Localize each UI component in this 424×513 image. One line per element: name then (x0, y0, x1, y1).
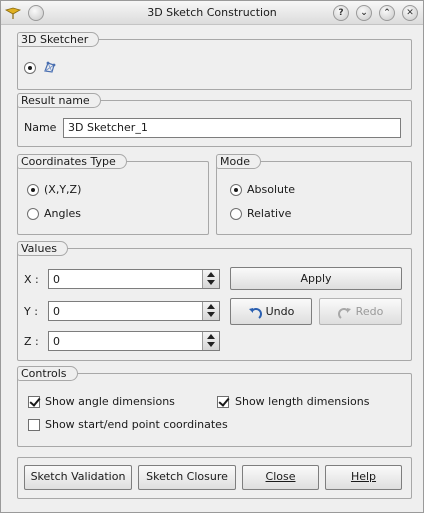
relative-label[interactable]: Relative (247, 207, 291, 220)
y-spinbox[interactable]: 0 (48, 301, 220, 321)
sketcher-radio[interactable] (24, 62, 36, 74)
y-spin-arrows[interactable] (202, 302, 219, 320)
controls-group: Controls Show angle dimensions Show leng… (17, 366, 412, 447)
dialog-window: 3D Sketch Construction ? ⌄ ⌃ ✕ 3D Sketch… (0, 0, 424, 513)
apply-button[interactable]: Apply (230, 267, 402, 290)
absolute-label[interactable]: Absolute (247, 183, 295, 196)
y-label: Y : (24, 305, 38, 318)
3d-sketch-icon (42, 59, 58, 75)
undo-arrow-icon (248, 305, 262, 319)
sketcher-group-label: 3D Sketcher (17, 32, 100, 47)
coordinates-type-group: Coordinates Type (X,Y,Z) Angles (17, 154, 209, 235)
x-value: 0 (53, 273, 60, 286)
x-spin-arrows[interactable] (202, 270, 219, 288)
redo-label: Redo (355, 305, 384, 318)
mode-group-label: Mode (216, 154, 261, 169)
undo-label: Undo (265, 305, 295, 318)
z-spinbox[interactable]: 0 (48, 331, 220, 351)
z-value: 0 (53, 335, 60, 348)
show-coords-checkbox[interactable] (28, 419, 40, 431)
sketcher-group: 3D Sketcher (17, 32, 412, 90)
z-spin-arrows[interactable] (202, 332, 219, 350)
x-spinbox[interactable]: 0 (48, 269, 220, 289)
angles-radio[interactable] (27, 208, 39, 220)
absolute-radio[interactable] (230, 184, 242, 196)
angles-label[interactable]: Angles (44, 207, 81, 220)
show-length-label[interactable]: Show length dimensions (235, 395, 369, 408)
title-bar[interactable]: 3D Sketch Construction ? ⌄ ⌃ ✕ (1, 1, 423, 25)
show-coords-label[interactable]: Show start/end point coordinates (45, 418, 228, 431)
redo-button[interactable]: Redo (319, 298, 402, 325)
xyz-radio[interactable] (27, 184, 39, 196)
values-group: Values X : 0 Y : 0 Z : 0 Apply Undo Redo (17, 241, 412, 361)
sketch-validation-button[interactable]: Sketch Validation (24, 465, 132, 490)
x-label: X : (24, 273, 39, 286)
z-label: Z : (24, 335, 39, 348)
name-field[interactable]: 3D Sketcher_1 (63, 118, 401, 138)
values-group-label: Values (17, 241, 68, 256)
y-value: 0 (53, 305, 60, 318)
controls-group-label: Controls (17, 366, 78, 381)
name-label: Name (24, 121, 57, 134)
show-angle-checkbox[interactable] (28, 396, 40, 408)
result-name-group-label: Result name (17, 93, 101, 108)
shade-up-icon[interactable]: ⌃ (379, 5, 395, 21)
close-button[interactable]: Close (242, 465, 319, 490)
shade-down-icon[interactable]: ⌄ (356, 5, 372, 21)
show-angle-label[interactable]: Show angle dimensions (45, 395, 175, 408)
show-length-checkbox[interactable] (217, 396, 229, 408)
sketch-closure-button[interactable]: Sketch Closure (138, 465, 236, 490)
relative-radio[interactable] (230, 208, 242, 220)
help-button[interactable]: Help (325, 465, 402, 490)
redo-arrow-icon (337, 305, 352, 319)
help-icon[interactable]: ? (333, 5, 349, 21)
undo-button[interactable]: Undo (230, 298, 312, 325)
mode-group: Mode Absolute Relative (216, 154, 412, 235)
footer-group: Sketch Validation Sketch Closure Close H… (17, 457, 412, 499)
close-icon[interactable]: ✕ (402, 5, 418, 21)
coordinates-type-group-label: Coordinates Type (17, 154, 127, 169)
xyz-label[interactable]: (X,Y,Z) (44, 183, 81, 196)
result-name-group: Result name Name 3D Sketcher_1 (17, 93, 412, 147)
